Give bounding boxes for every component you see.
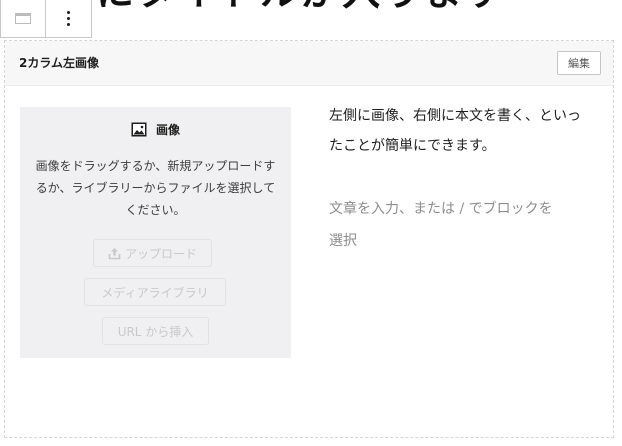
image-placeholder-header: 画像 bbox=[20, 121, 291, 138]
block-toolbar bbox=[0, 0, 92, 38]
body-paragraph[interactable]: 左側に画像、右側に本文を書く、といったことが簡単にできます。 bbox=[329, 101, 591, 161]
image-placeholder-title: 画像 bbox=[155, 123, 180, 137]
more-options-button[interactable] bbox=[46, 0, 90, 37]
image-icon bbox=[131, 122, 147, 137]
image-placeholder[interactable]: 画像 画像をドラッグするか、新規アップロードするか、ライブラリーからファイルを選… bbox=[20, 107, 291, 358]
block-title: 2カラム左画像 bbox=[19, 56, 99, 70]
insert-from-url-button[interactable]: URL から挿入 bbox=[102, 317, 209, 345]
upload-button[interactable]: アップロード bbox=[93, 239, 212, 267]
image-placeholder-instructions: 画像をドラッグするか、新規アップロードするか、ライブラリーからファイルを選択して… bbox=[35, 159, 276, 217]
upload-icon bbox=[108, 247, 121, 259]
block-header: 2カラム左画像 編集 bbox=[5, 41, 613, 86]
block-type-button[interactable] bbox=[1, 0, 45, 37]
more-options-icon bbox=[66, 11, 70, 26]
upload-label: アップロード bbox=[124, 246, 197, 261]
two-column-block[interactable]: 2カラム左画像 編集 画像 画像をドラッグするか、新規アップロードするか、ライブ… bbox=[4, 40, 614, 438]
block-type-icon bbox=[15, 13, 31, 24]
edit-button[interactable]: 編集 bbox=[557, 51, 601, 75]
paragraph-placeholder[interactable]: 文章を入力、または / でブロックを選択 bbox=[329, 193, 561, 257]
media-library-button[interactable]: メディアライブラリ bbox=[84, 278, 226, 306]
